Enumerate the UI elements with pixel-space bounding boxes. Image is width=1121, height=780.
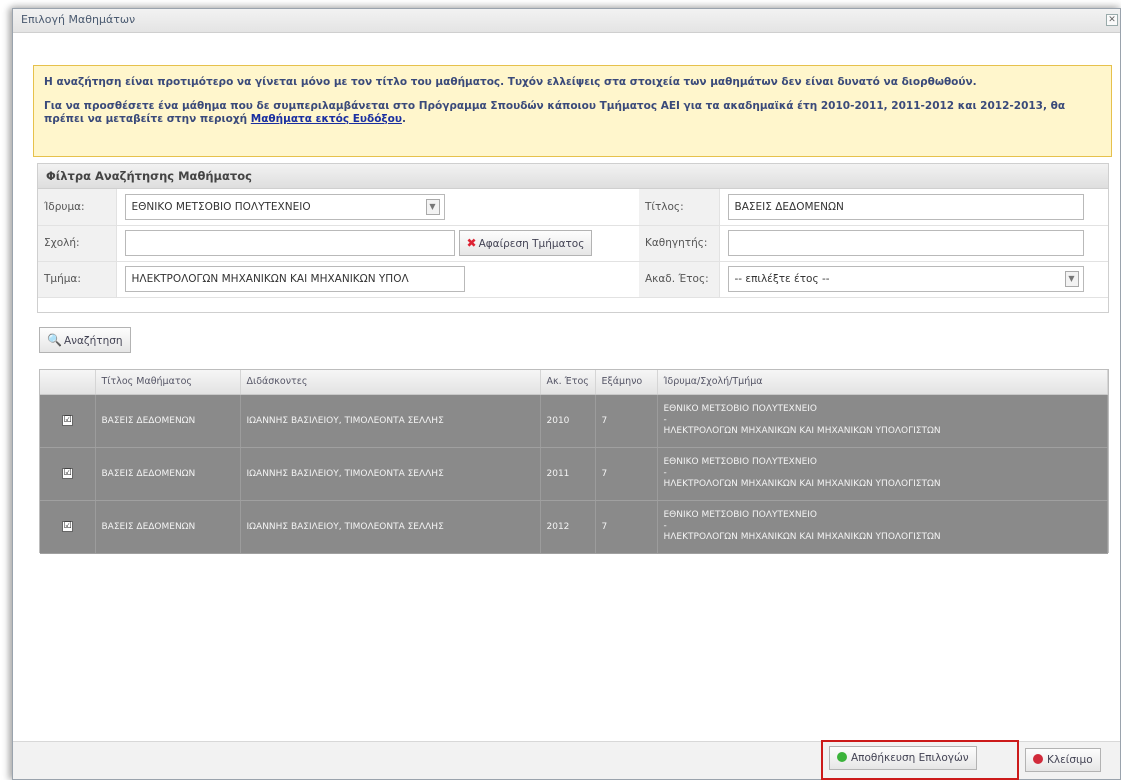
column-header[interactable]: Εξάμηνο xyxy=(595,370,658,395)
save-icon xyxy=(837,752,847,762)
search-icon: 🔍 xyxy=(47,333,62,347)
notice-line-2: Για να προσθέσετε ένα μάθημα που δε συμπ… xyxy=(44,100,1066,125)
close-icon: ✖ xyxy=(466,236,477,250)
course-title-cell: ΒΑΣΕΙΣ ΔΕΔΟΜΕΝΩΝ xyxy=(95,500,241,554)
row-checkbox[interactable]: ☑ xyxy=(62,468,73,479)
column-header xyxy=(40,370,96,395)
table-row[interactable]: ☑ ΒΑΣΕΙΣ ΔΕΔΟΜΕΝΩΝ ΙΩΑΝΝΗΣ ΒΑΣΙΛΕΙΟΥ, ΤΙ… xyxy=(40,447,1108,501)
year-select[interactable]: -- επιλέξτε έτος -- ▼ xyxy=(727,266,1084,292)
chevron-down-icon[interactable]: ▼ xyxy=(1064,271,1079,287)
chevron-down-icon[interactable]: ▼ xyxy=(425,198,440,215)
teachers-cell: ΙΩΑΝΝΗΣ ΒΑΣΙΛΕΙΟΥ, ΤΙΜΟΛΕΟΝΤΑ ΣΕΛΛΗΣ xyxy=(240,500,541,554)
institution-cell: ΕΘΝΙΚΟ ΜΕΤΣΟΒΙΟ ΠΟΛΥΤΕΧΝΕΙΟ - ΗΛΕΚΤΡΟΛΟΓ… xyxy=(657,500,1108,554)
semester-cell: 7 xyxy=(595,394,658,448)
department-label: Τμήμα: xyxy=(38,261,117,298)
row-checkbox[interactable]: ☑ xyxy=(62,521,73,532)
school-label: Σχολή: xyxy=(38,225,117,262)
institution-cell: ΕΘΝΙΚΟ ΜΕΤΣΟΒΙΟ ΠΟΛΥΤΕΧΝΕΙΟ - ΗΛΕΚΤΡΟΛΟΓ… xyxy=(657,447,1108,501)
title-input[interactable]: ΒΑΣΕΙΣ ΔΕΔΟΜΕΝΩΝ xyxy=(727,193,1084,220)
remove-department-button[interactable]: ✖ Αφαίρεση Τμήματος xyxy=(458,230,593,256)
year-cell: 2012 xyxy=(540,500,596,554)
table-row[interactable]: ☑ ΒΑΣΕΙΣ ΔΕΔΟΜΕΝΩΝ ΙΩΑΝΝΗΣ ΒΑΣΙΛΕΙΟΥ, ΤΙ… xyxy=(40,394,1108,448)
institution-select[interactable]: ΕΘΝΙΚΟ ΜΕΤΣΟΒΙΟ ΠΟΛΥΤΕΧΝΕΙΟ ▼ xyxy=(124,193,445,220)
save-highlight: Αποθήκευση Επιλογών xyxy=(821,740,1019,780)
column-header[interactable]: Ίδρυμα/Σχολή/Τμήμα xyxy=(657,370,1108,395)
year-label: Ακαδ. Έτος: xyxy=(639,261,720,298)
institution-label: Ίδρυμα: xyxy=(38,189,117,226)
department-input[interactable]: ΗΛΕΚΤΡΟΛΟΓΩΝ ΜΗΧΑΝΙΚΩΝ ΚΑΙ ΜΗΧΑΝΙΚΩΝ ΥΠΟ… xyxy=(124,266,465,292)
course-selection-dialog: Επιλογή Μαθημάτων ✕ Η αναζήτηση είναι πρ… xyxy=(12,8,1121,780)
filters-table: Ίδρυμα: ΕΘΝΙΚΟ ΜΕΤΣΟΒΙΟ ΠΟΛΥΤΕΧΝΕΙΟ ▼ Τί… xyxy=(38,189,1108,298)
column-header[interactable]: Διδάσκοντες xyxy=(240,370,541,395)
semester-cell: 7 xyxy=(595,500,658,554)
info-notice: Η αναζήτηση είναι προτιμότερο να γίνεται… xyxy=(33,65,1112,157)
course-title-cell: ΒΑΣΕΙΣ ΔΕΔΟΜΕΝΩΝ xyxy=(95,447,241,501)
filters-header: Φίλτρα Αναζήτησης Μαθήματος xyxy=(38,164,1108,189)
courses-outside-eudoxus-link[interactable]: Μαθήματα εκτός Ευδόξου xyxy=(251,113,402,125)
results-table-panel: Τίτλος Μαθήματος Διδάσκοντες Ακ. Έτος Εξ… xyxy=(39,369,1109,554)
course-title-cell: ΒΑΣΕΙΣ ΔΕΔΟΜΕΝΩΝ xyxy=(95,394,241,448)
year-cell: 2011 xyxy=(540,447,596,501)
column-header[interactable]: Ακ. Έτος xyxy=(540,370,596,395)
semester-cell: 7 xyxy=(595,447,658,501)
dialog-titlebar: Επιλογή Μαθημάτων ✕ xyxy=(13,9,1120,33)
dialog-footer: Αποθήκευση Επιλογών Κλείσιμο xyxy=(13,740,1120,780)
results-header-row: Τίτλος Μαθήματος Διδάσκοντες Ακ. Έτος Εξ… xyxy=(40,370,1108,395)
notice-line-1: Η αναζήτηση είναι προτιμότερο να γίνεται… xyxy=(44,76,977,88)
professor-label: Καθηγητής: xyxy=(639,225,720,262)
school-input[interactable] xyxy=(124,230,455,256)
close-button[interactable]: Κλείσιμο xyxy=(1025,748,1101,772)
professor-input[interactable] xyxy=(727,230,1084,256)
dialog-title: Επιλογή Μαθημάτων xyxy=(21,13,136,26)
column-header[interactable]: Τίτλος Μαθήματος xyxy=(95,370,241,395)
teachers-cell: ΙΩΑΝΝΗΣ ΒΑΣΙΛΕΙΟΥ, ΤΙΜΟΛΕΟΝΤΑ ΣΕΛΛΗΣ xyxy=(240,394,541,448)
table-row[interactable]: ☑ ΒΑΣΕΙΣ ΔΕΔΟΜΕΝΩΝ ΙΩΑΝΝΗΣ ΒΑΣΙΛΕΙΟΥ, ΤΙ… xyxy=(40,500,1108,554)
institution-cell: ΕΘΝΙΚΟ ΜΕΤΣΟΒΙΟ ΠΟΛΥΤΕΧΝΕΙΟ - ΗΛΕΚΤΡΟΛΟΓ… xyxy=(657,394,1108,448)
year-cell: 2010 xyxy=(540,394,596,448)
title-label: Τίτλος: xyxy=(639,189,720,226)
cancel-icon xyxy=(1033,754,1043,764)
search-filters-panel: Φίλτρα Αναζήτησης Μαθήματος Ίδρυμα: ΕΘΝΙ… xyxy=(37,163,1109,313)
row-checkbox[interactable]: ☑ xyxy=(62,415,73,426)
teachers-cell: ΙΩΑΝΝΗΣ ΒΑΣΙΛΕΙΟΥ, ΤΙΜΟΛΕΟΝΤΑ ΣΕΛΛΗΣ xyxy=(240,447,541,501)
search-button[interactable]: 🔍 Αναζήτηση xyxy=(39,327,131,353)
save-selections-button[interactable]: Αποθήκευση Επιλογών xyxy=(829,746,977,770)
results-table: Τίτλος Μαθήματος Διδάσκοντες Ακ. Έτος Εξ… xyxy=(40,370,1108,554)
close-icon[interactable]: ✕ xyxy=(1106,14,1118,26)
